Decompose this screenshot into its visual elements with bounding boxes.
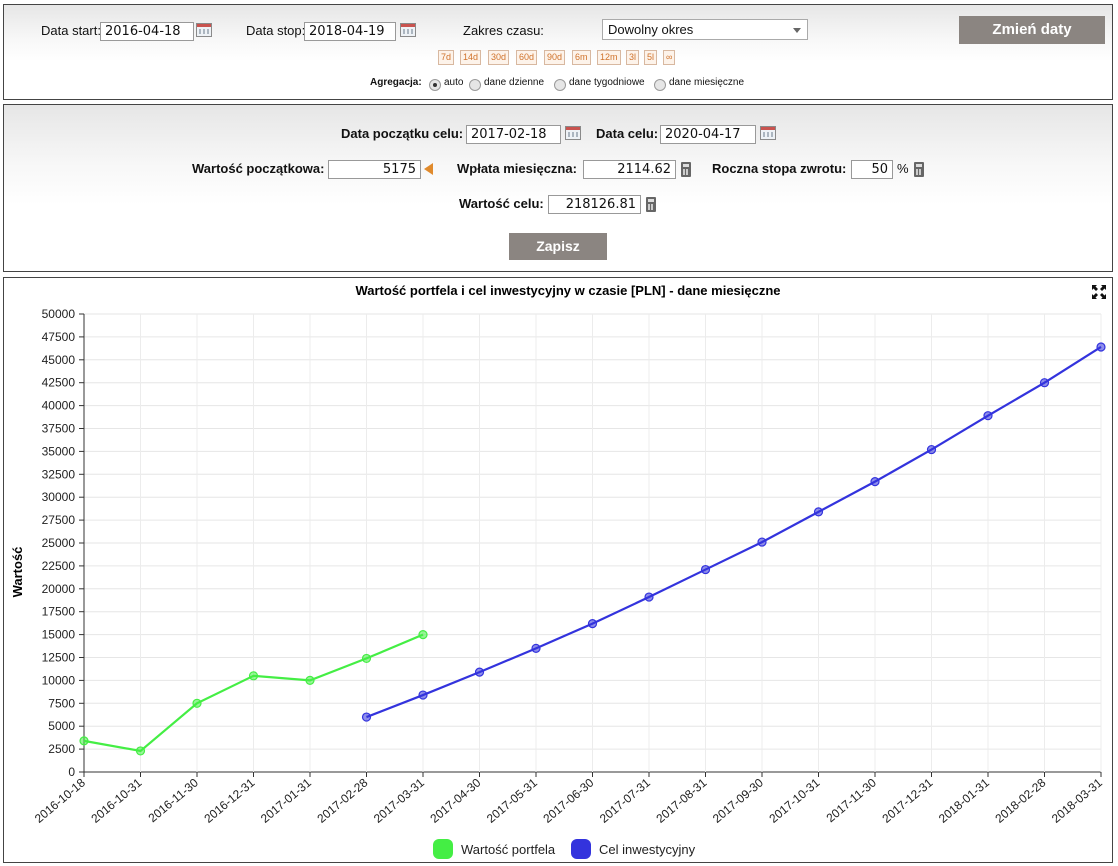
- percent-unit: %: [897, 161, 909, 176]
- range-label: Zakres czasu:: [463, 23, 544, 38]
- goal-start-input[interactable]: 2017-02-18: [466, 125, 561, 144]
- range-select-value: Dowolny okres: [608, 22, 694, 37]
- monthly-payment-label: Wpłata miesięczna:: [457, 161, 577, 176]
- quick-range-90d[interactable]: 90d: [544, 50, 566, 65]
- aggregation-weekly-radio[interactable]: [554, 79, 566, 91]
- goal-start-label: Data początku celu:: [341, 126, 464, 141]
- calendar-icon[interactable]: [760, 126, 776, 140]
- initial-value-input[interactable]: 5175: [328, 160, 421, 179]
- target-value-label: Wartość celu:: [459, 196, 544, 211]
- aggregation-monthly-label: dane miesięczne: [669, 77, 745, 88]
- quick-range-5l[interactable]: 5l: [644, 50, 658, 65]
- fullscreen-icon[interactable]: [1092, 285, 1106, 299]
- save-button[interactable]: Zapisz: [509, 233, 607, 260]
- chevron-down-icon: [793, 28, 801, 33]
- aggregation-label: Agregacja:: [370, 77, 422, 88]
- aggregation-daily-label: dane dzienne: [484, 77, 545, 88]
- goal-date-label: Data celu:: [596, 126, 659, 141]
- calculator-icon[interactable]: [646, 197, 656, 212]
- quick-range-7d[interactable]: 7d: [438, 50, 455, 65]
- aggregation-monthly-radio[interactable]: [654, 79, 666, 91]
- monthly-payment-input[interactable]: 2114.62: [583, 160, 676, 179]
- target-value-input[interactable]: 218126.81: [548, 195, 641, 214]
- start-date-input[interactable]: 2016-04-18: [100, 22, 194, 41]
- calendar-icon[interactable]: [196, 23, 212, 37]
- goal-date-input[interactable]: 2020-04-17: [660, 125, 756, 144]
- quick-range-30d[interactable]: 30d: [488, 50, 510, 65]
- chart-panel: [3, 277, 1113, 863]
- calendar-icon[interactable]: [565, 126, 581, 140]
- quick-range-60d[interactable]: 60d: [516, 50, 538, 65]
- quick-range-12m[interactable]: 12m: [597, 50, 621, 65]
- start-date-label: Data start:: [41, 23, 101, 38]
- calendar-icon[interactable]: [400, 23, 416, 37]
- quick-range-6m[interactable]: 6m: [572, 50, 591, 65]
- quick-range-all[interactable]: ∞: [663, 50, 676, 65]
- calculator-icon[interactable]: [914, 162, 924, 177]
- aggregation-daily-radio[interactable]: [469, 79, 481, 91]
- aggregation-auto-radio[interactable]: [429, 79, 441, 91]
- stop-date-label: Data stop:: [246, 23, 306, 38]
- initial-value-label: Wartość początkowa:: [192, 161, 325, 176]
- date-filter-panel: Data start: 2016-04-18 Data stop: 2018-0…: [3, 4, 1113, 100]
- aggregation-weekly-label: dane tygodniowe: [569, 77, 645, 88]
- stop-date-input[interactable]: 2018-04-19: [304, 22, 396, 41]
- goal-panel: Data początku celu: 2017-02-18 Data celu…: [3, 104, 1113, 272]
- range-select[interactable]: Dowolny okres: [602, 19, 808, 40]
- calculator-icon[interactable]: [681, 162, 691, 177]
- change-dates-button[interactable]: Zmień daty: [959, 16, 1105, 44]
- arrow-left-icon[interactable]: [424, 163, 433, 175]
- quick-range-3l[interactable]: 3l: [626, 50, 640, 65]
- aggregation-auto-label: auto: [444, 77, 464, 88]
- annual-return-input[interactable]: 50: [851, 160, 893, 179]
- quick-range-14d[interactable]: 14d: [460, 50, 482, 65]
- annual-return-label: Roczna stopa zwrotu:: [712, 161, 847, 176]
